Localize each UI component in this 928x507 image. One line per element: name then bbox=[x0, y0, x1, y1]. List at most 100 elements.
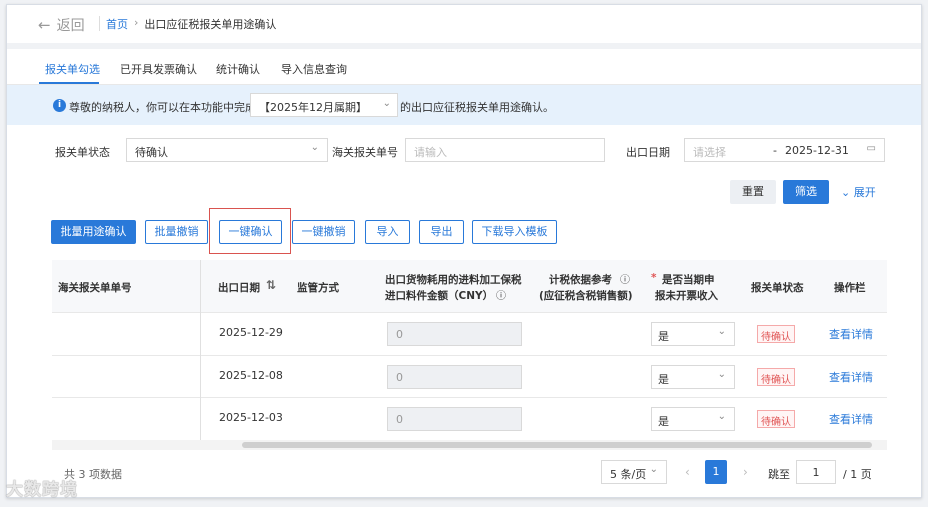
highlight-box bbox=[209, 208, 291, 254]
chevron-down-icon: ⌄ bbox=[841, 186, 851, 199]
breadcrumb-home-link[interactable]: 首页 bbox=[106, 16, 128, 32]
divider bbox=[99, 16, 100, 31]
row-uninvoiced-value: 是 bbox=[658, 330, 669, 343]
active-tab-indicator bbox=[39, 82, 99, 84]
batch-revoke-button[interactable]: 批量撤销 bbox=[145, 220, 208, 244]
prev-page-icon[interactable]: ‹ bbox=[685, 465, 690, 479]
row-uninvoiced-select[interactable]: 是 ⌄ bbox=[651, 322, 735, 346]
col-export-date: 出口日期 bbox=[218, 282, 260, 294]
required-marker: * bbox=[651, 272, 657, 284]
info-icon: i bbox=[53, 99, 66, 112]
period-value: 【2025年12月属期】 bbox=[259, 101, 367, 114]
col-taxref-line1: 计税依据参考 bbox=[549, 274, 612, 286]
status-badge: 待确认 bbox=[757, 368, 795, 386]
arrow-left-icon: ← bbox=[38, 16, 51, 34]
notice-banner: i 尊敬的纳税人，你可以在本功能中完成 【2025年12月属期】 ⌄ 的出口应征… bbox=[7, 85, 921, 125]
back-button[interactable]: ← 返回 bbox=[38, 15, 85, 35]
one-click-revoke-button[interactable]: 一键撤销 bbox=[292, 220, 355, 244]
app-frame: ← 返回 首页 › 出口应征税报关单用途确认 报关单勾选 已开具发票确认 统计确… bbox=[6, 4, 922, 498]
horizontal-scrollbar[interactable] bbox=[52, 440, 887, 450]
scrollbar-thumb[interactable] bbox=[242, 442, 872, 448]
reset-button[interactable]: 重置 bbox=[730, 180, 776, 204]
page-size-value: 5 条/页 bbox=[610, 468, 647, 481]
row-uninvoiced-value: 是 bbox=[658, 373, 669, 386]
chevron-down-icon: ⌄ bbox=[649, 464, 658, 475]
col-ops: 操作栏 bbox=[834, 282, 866, 294]
fixed-column-divider bbox=[200, 260, 201, 440]
tab-invoiced-confirm[interactable]: 已开具发票确认 bbox=[120, 61, 197, 77]
date-range-picker[interactable]: 请选择 - 2025-12-31 ▭ bbox=[684, 138, 885, 162]
row-export-date: 2025-12-29 bbox=[219, 326, 283, 339]
download-template-button[interactable]: 下载导入模板 bbox=[472, 220, 557, 244]
breadcrumb: 首页 › 出口应征税报关单用途确认 bbox=[106, 16, 276, 32]
breadcrumb-current: 出口应征税报关单用途确认 bbox=[144, 18, 277, 31]
filter-button[interactable]: 筛选 bbox=[783, 180, 829, 204]
expand-label: 展开 bbox=[853, 186, 876, 199]
table-header: 海关报关单单号 出口日期 ⇅ 监管方式 出口货物耗用的进料加工保税 进口料件金额… bbox=[52, 260, 887, 312]
row-uninvoiced-value: 是 bbox=[658, 415, 669, 428]
customs-no-label: 海关报关单号 bbox=[332, 146, 398, 159]
row-amount-input: 0 bbox=[387, 365, 522, 389]
notice-prefix: 尊敬的纳税人，你可以在本功能中完成 bbox=[69, 101, 256, 114]
chevron-down-icon: ⌄ bbox=[310, 142, 319, 153]
chevron-down-icon: ⌄ bbox=[382, 98, 391, 109]
customs-no-input[interactable]: 请输入 bbox=[405, 138, 605, 162]
period-select[interactable]: 【2025年12月属期】 ⌄ bbox=[250, 93, 398, 117]
chevron-down-icon: ⌄ bbox=[717, 326, 726, 337]
col-taxref-line2: (应征税含税销售额) bbox=[539, 290, 633, 302]
col-uninvoiced-line1: 是否当期申 bbox=[662, 274, 715, 286]
col-customs-no: 海关报关单单号 bbox=[58, 282, 132, 294]
expand-toggle[interactable]: ⌄ 展开 bbox=[841, 184, 876, 200]
view-details-link[interactable]: 查看详情 bbox=[829, 411, 873, 427]
notice-suffix: 的出口应征税报关单用途确认。 bbox=[400, 101, 554, 114]
row-amount-input: 0 bbox=[387, 322, 522, 346]
total-pages: / 1 页 bbox=[843, 468, 872, 481]
watermark-logo: 大数跨境 bbox=[6, 475, 78, 500]
table-row: 2025-12-29 0 是 ⌄ 待确认 查看详情 bbox=[52, 312, 887, 354]
status-label: 报关单状态 bbox=[55, 146, 110, 159]
date-end-input[interactable]: 2025-12-31 bbox=[785, 144, 849, 157]
status-badge: 待确认 bbox=[757, 325, 795, 343]
row-export-date: 2025-12-08 bbox=[219, 369, 283, 382]
col-status: 报关单状态 bbox=[751, 282, 804, 294]
tab-bar: 报关单勾选 已开具发票确认 统计确认 导入信息查询 bbox=[7, 49, 921, 85]
col-amount-line1: 出口货物耗用的进料加工保税 bbox=[385, 274, 522, 286]
tab-statistics-confirm[interactable]: 统计确认 bbox=[216, 61, 260, 77]
date-separator: - bbox=[773, 144, 777, 157]
sort-icon[interactable]: ⇅ bbox=[266, 278, 276, 292]
jump-page-input[interactable]: 1 bbox=[796, 460, 836, 484]
status-select-value: 待确认 bbox=[135, 146, 168, 159]
export-button[interactable]: 导出 bbox=[419, 220, 464, 244]
info-circle-icon[interactable]: ⓘ bbox=[496, 287, 506, 302]
tab-declaration-select[interactable]: 报关单勾选 bbox=[45, 61, 100, 77]
watermark-text: 大数跨境 bbox=[6, 480, 78, 500]
export-date-label: 出口日期 bbox=[626, 146, 670, 159]
row-export-date: 2025-12-03 bbox=[219, 411, 283, 424]
status-select[interactable]: 待确认 ⌄ bbox=[126, 138, 328, 162]
page-size-select[interactable]: 5 条/页 ⌄ bbox=[601, 460, 667, 484]
col-uninvoiced-line2: 报未开票收入 bbox=[655, 290, 718, 302]
table-row: 2025-12-08 0 是 ⌄ 待确认 查看详情 bbox=[52, 355, 887, 397]
row-amount-input: 0 bbox=[387, 407, 522, 431]
jump-label: 跳至 bbox=[768, 468, 790, 481]
chevron-down-icon: ⌄ bbox=[717, 411, 726, 422]
status-badge: 待确认 bbox=[757, 410, 795, 428]
chevron-down-icon: ⌄ bbox=[717, 369, 726, 380]
import-button[interactable]: 导入 bbox=[365, 220, 410, 244]
col-supervision: 监管方式 bbox=[297, 282, 339, 294]
view-details-link[interactable]: 查看详情 bbox=[829, 326, 873, 342]
table-row: 2025-12-03 0 是 ⌄ 待确认 查看详情 bbox=[52, 397, 887, 439]
date-start-input[interactable]: 请选择 bbox=[693, 146, 726, 159]
calendar-icon: ▭ bbox=[866, 143, 876, 154]
row-uninvoiced-select[interactable]: 是 ⌄ bbox=[651, 365, 735, 389]
page-1-button[interactable]: 1 bbox=[705, 460, 727, 484]
info-circle-icon[interactable]: ⓘ bbox=[620, 271, 630, 286]
batch-confirm-button[interactable]: 批量用途确认 bbox=[51, 220, 136, 244]
next-page-icon[interactable]: › bbox=[743, 465, 748, 479]
row-uninvoiced-select[interactable]: 是 ⌄ bbox=[651, 407, 735, 431]
chevron-right-icon: › bbox=[134, 16, 139, 29]
col-amount-line2: 进口料件金额（CNY） bbox=[385, 290, 494, 302]
back-label: 返回 bbox=[56, 18, 85, 34]
tab-import-query[interactable]: 导入信息查询 bbox=[281, 61, 347, 77]
view-details-link[interactable]: 查看详情 bbox=[829, 369, 873, 385]
